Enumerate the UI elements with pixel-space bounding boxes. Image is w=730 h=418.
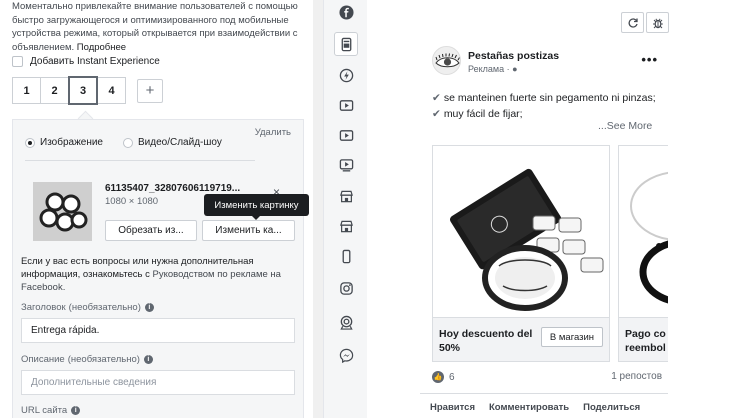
image-thumbnail	[33, 182, 92, 241]
globe-icon: ●	[512, 64, 518, 74]
url-label: URL сайта i	[21, 405, 81, 416]
separator-dot: ·	[506, 64, 510, 74]
share-button[interactable]: Поделиться	[583, 402, 640, 413]
marketplace-icon[interactable]	[334, 184, 358, 208]
video-radio[interactable]	[123, 137, 133, 148]
instagram-icon[interactable]	[334, 276, 358, 300]
image-radio-label[interactable]: Изображение	[40, 137, 103, 148]
post-actions: Нравится Комментировать Поделиться	[430, 402, 654, 413]
image-file-name: 61135407_32807606119719...	[105, 183, 241, 194]
change-image-button[interactable]: Изменить ка...	[202, 220, 295, 241]
card-footer: Pago co reembol	[619, 317, 668, 361]
remove-card-link[interactable]: Удалить	[255, 127, 291, 138]
instant-experience-label: Добавить Instant Experience	[30, 56, 160, 67]
comment-button[interactable]: Комментировать	[489, 402, 569, 413]
store-icon[interactable]	[334, 214, 358, 238]
add-card-button[interactable]: +	[137, 78, 163, 103]
headline-input[interactable]: Entrega rápida.	[21, 318, 295, 343]
url-label-text: URL сайта	[21, 405, 68, 416]
sponsored-text: Реклама	[468, 64, 505, 74]
headline-optional: (необязательно)	[68, 302, 141, 313]
shares-count[interactable]: 1 репостов	[611, 371, 662, 382]
instant-experience-intro: Моментально привлекайте внимание пользов…	[12, 0, 307, 54]
card-headline: Hoy descuento del 50%	[439, 328, 533, 354]
facebook-icon[interactable]	[334, 0, 358, 24]
headline-label: Заголовок (необязательно) i	[21, 302, 154, 313]
description-label-text: Описание	[21, 354, 65, 365]
change-image-tooltip: Изменить картинку	[204, 194, 309, 220]
in-stream-video-icon[interactable]	[334, 93, 358, 117]
mobile-icon[interactable]	[334, 244, 358, 268]
description-optional: (необязательно)	[67, 354, 140, 365]
help-text: Если у вас есть вопросы или нужна дополн…	[21, 255, 301, 294]
card-headline: Pago co reembol	[625, 328, 666, 354]
media-type-selector: Изображение Видео/Слайд-шоу	[25, 137, 242, 148]
product-image	[619, 146, 668, 319]
intro-text: Моментально привлекайте внимание пользов…	[12, 1, 298, 53]
see-more-link[interactable]: ...See More	[598, 120, 652, 132]
card-editor-panel: Удалить Изображение Видео/Слайд-шоу 6113…	[12, 119, 309, 418]
suggested-video-icon[interactable]	[334, 153, 358, 177]
checkmark-icon: ✔	[432, 108, 441, 120]
video-radio-label[interactable]: Видео/Слайд-шоу	[138, 137, 222, 148]
messenger-icon[interactable]	[334, 343, 358, 367]
checkmark-icon: ✔	[432, 92, 441, 104]
carousel-card-1[interactable]: Hoy descuento del 50% В магазин	[432, 145, 610, 362]
crop-image-button[interactable]: Обрезать из...	[105, 220, 197, 241]
ad-creative-editor: Моментально привлекайте внимание пользов…	[0, 0, 313, 418]
placement-rail	[323, 0, 367, 418]
divider	[25, 160, 255, 161]
post-line-1: ✔ se manteinen fuerte sin pegamento ni pi…	[432, 90, 668, 106]
page-avatar[interactable]	[432, 46, 461, 75]
card-tab-3[interactable]: 3	[68, 76, 98, 105]
info-icon[interactable]: i	[71, 406, 81, 415]
sponsored-label: Реклама · ●	[468, 64, 518, 74]
info-icon[interactable]: i	[143, 355, 153, 364]
product-image	[433, 146, 609, 319]
carousel-card-2[interactable]: Pago co reembol	[618, 145, 668, 362]
description-label: Описание (необязательно) i	[21, 354, 153, 365]
shop-now-button[interactable]: В магазин	[541, 327, 603, 347]
reactions-summary[interactable]: 👍 6	[432, 371, 455, 383]
info-icon[interactable]: i	[144, 303, 154, 312]
facebook-ad-preview: Pestañas postizas Реклама · ● ••• ✔ se ma…	[420, 38, 668, 418]
bug-icon[interactable]	[646, 12, 669, 33]
image-dimensions: 1080 × 1080	[105, 196, 159, 207]
instant-experience-checkbox[interactable]	[12, 56, 23, 67]
card-footer: Hoy descuento del 50% В магазин	[433, 317, 609, 361]
video-feed-icon[interactable]	[334, 123, 358, 147]
headline-label-text: Заголовок	[21, 302, 66, 313]
post-line-2-text: muy fácil de fijar;	[443, 108, 523, 120]
description-input[interactable]: Дополнительные сведения	[21, 370, 295, 395]
post-line-1-text: se manteinen fuerte sin pegamento ni pin…	[443, 92, 656, 104]
instant-articles-icon[interactable]	[334, 63, 358, 87]
instant-experience-toggle[interactable]: Добавить Instant Experience	[12, 56, 160, 67]
carousel-card-tabs: 1 2 3 4 +	[12, 76, 163, 105]
divider	[420, 393, 668, 394]
like-icon: 👍	[432, 371, 444, 383]
feed-icon[interactable]	[334, 32, 358, 56]
panel-divider	[313, 0, 323, 418]
refresh-icon[interactable]	[621, 12, 644, 33]
image-radio[interactable]	[25, 137, 35, 148]
audience-network-icon[interactable]	[334, 310, 358, 334]
reactions-count: 6	[449, 371, 455, 383]
post-menu-icon[interactable]: •••	[641, 52, 658, 67]
like-button[interactable]: Нравится	[430, 402, 475, 413]
post-body: ✔ se manteinen fuerte sin pegamento ni pi…	[432, 90, 668, 122]
card-tab-4[interactable]: 4	[97, 77, 126, 104]
intro-more-link[interactable]: Подробнее	[77, 42, 126, 53]
card-tab-1[interactable]: 1	[12, 77, 41, 104]
page-name[interactable]: Pestañas postizas	[468, 50, 559, 62]
card-tab-2[interactable]: 2	[40, 77, 69, 104]
